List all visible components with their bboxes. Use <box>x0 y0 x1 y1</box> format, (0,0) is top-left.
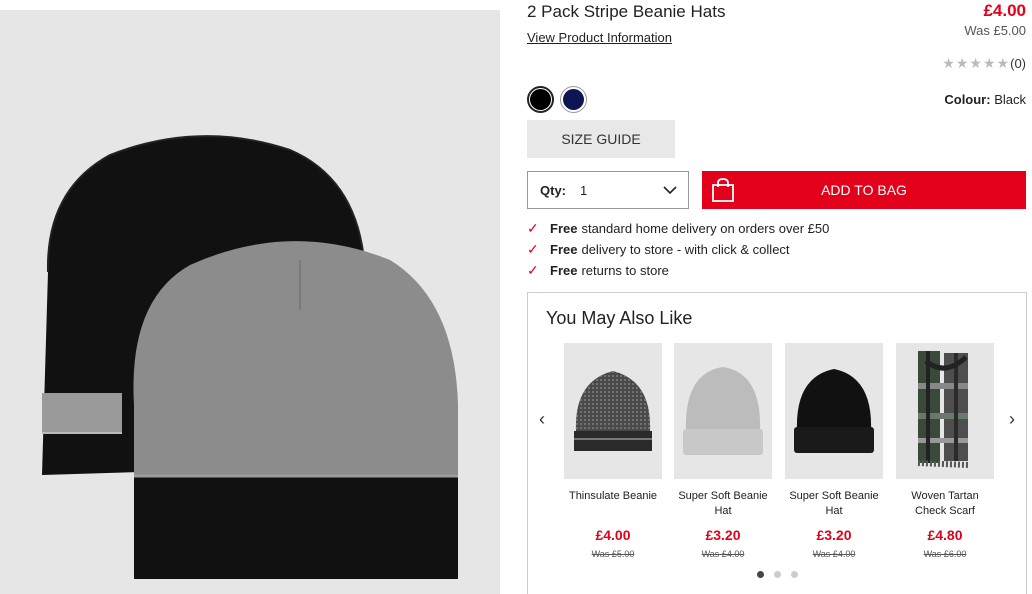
rec-thumbnail <box>785 343 883 479</box>
rating-count: (0) <box>1010 56 1026 71</box>
swatch-color <box>563 89 584 110</box>
rec-card[interactable]: Super Soft Beanie Hat £3.20 Was £4.00 <box>674 343 772 559</box>
size-guide-button[interactable]: SIZE GUIDE <box>527 120 675 158</box>
checkmark-icon: ✓ <box>527 262 539 278</box>
rec-was-price: Was £5.00 <box>591 549 635 559</box>
rec-card[interactable]: Thinsulate Beanie £4.00 Was £5.00 <box>564 343 662 559</box>
rec-was-price: Was £4.00 <box>812 549 856 559</box>
rec-was-price: Was £6.00 <box>923 549 967 559</box>
star-icon: ★ <box>969 55 982 71</box>
rec-name: Woven Tartan Check Scarf <box>911 490 979 517</box>
carousel-dot[interactable] <box>790 571 798 578</box>
chevron-left-icon[interactable]: ‹ <box>539 409 545 430</box>
black-beanie-icon <box>794 369 874 453</box>
benefit-bold: Free <box>550 221 578 236</box>
benefit-text: delivery to store - with click & collect <box>581 242 790 257</box>
add-to-bag-label: ADD TO BAG <box>821 182 907 198</box>
qty-value: 1 <box>580 182 588 198</box>
swatch-color <box>530 89 551 110</box>
recommendations-carousel: You May Also Like ‹ › Thinsulate Beanie … <box>527 292 1027 594</box>
benefit-item: ✓ Free standard home delivery on orders … <box>527 220 829 237</box>
beanie-hats-image <box>42 135 458 579</box>
checkmark-icon: ✓ <box>527 220 539 236</box>
carousel-dot[interactable] <box>773 571 781 578</box>
carousel-dot[interactable] <box>756 571 764 578</box>
was-price: Was £5.00 <box>964 23 1026 38</box>
star-icon: ★ <box>996 55 1010 71</box>
grey-marl-beanie-icon <box>574 371 652 451</box>
checkmark-icon: ✓ <box>527 241 539 257</box>
benefit-item: ✓ Free returns to store <box>527 262 669 279</box>
rating[interactable]: ★ ★ ★ ★ ★ (0) <box>942 55 1026 72</box>
benefit-bold: Free <box>550 263 578 278</box>
product-image[interactable] <box>0 10 500 594</box>
rec-price: £4.80 <box>927 527 963 543</box>
star-icon: ★ <box>942 55 955 71</box>
qty-label: Qty: <box>540 182 566 198</box>
tartan-scarf-icon <box>917 351 969 468</box>
rec-name: Thinsulate Beanie <box>568 490 658 502</box>
colour-indicator: Colour: Black <box>944 92 1026 107</box>
rec-card[interactable]: Super Soft Beanie Hat £3.20 Was £4.00 <box>785 343 883 559</box>
product-title: 2 Pack Stripe Beanie Hats <box>527 2 726 21</box>
light-grey-beanie-icon <box>683 367 763 455</box>
rec-thumbnail <box>564 343 662 479</box>
rec-price: £3.20 <box>705 527 741 543</box>
rec-thumbnail <box>674 343 772 479</box>
product-page: 2 Pack Stripe Beanie Hats View Product I… <box>0 0 1032 594</box>
rec-price: £4.00 <box>595 527 631 543</box>
star-icon: ★ <box>982 55 996 71</box>
add-to-bag-button[interactable]: ADD TO BAG <box>702 171 1026 209</box>
colour-swatch-black[interactable] <box>527 86 554 113</box>
benefit-item: ✓ Free delivery to store - with click & … <box>527 241 790 258</box>
benefit-text: standard home delivery on orders over £5… <box>581 221 830 236</box>
colour-label: Colour: <box>944 92 991 107</box>
rec-name: Super Soft Beanie Hat <box>678 490 768 517</box>
view-product-information-link[interactable]: View Product Information <box>527 30 672 45</box>
chevron-down-icon <box>663 186 677 195</box>
carousel-pagination <box>528 571 1026 578</box>
rec-price: £3.20 <box>816 527 852 543</box>
recommendations-title: You May Also Like <box>546 308 693 328</box>
star-icon: ★ <box>955 55 969 71</box>
chevron-right-icon[interactable]: › <box>1009 409 1015 430</box>
benefit-text: returns to store <box>581 263 669 278</box>
shopping-bag-icon <box>712 178 734 202</box>
rec-was-price: Was £4.00 <box>701 549 745 559</box>
rec-thumbnail <box>896 343 994 479</box>
rec-card[interactable]: Woven Tartan Check Scarf £4.80 Was £6.00 <box>896 343 994 559</box>
rec-name: Super Soft Beanie Hat <box>789 490 879 517</box>
colour-swatch-navy[interactable] <box>560 86 587 113</box>
quantity-select[interactable]: Qty: 1 <box>527 171 689 209</box>
benefit-bold: Free <box>550 242 578 257</box>
product-price: £4.00 <box>983 1 1026 20</box>
colour-value: Black <box>994 92 1026 107</box>
